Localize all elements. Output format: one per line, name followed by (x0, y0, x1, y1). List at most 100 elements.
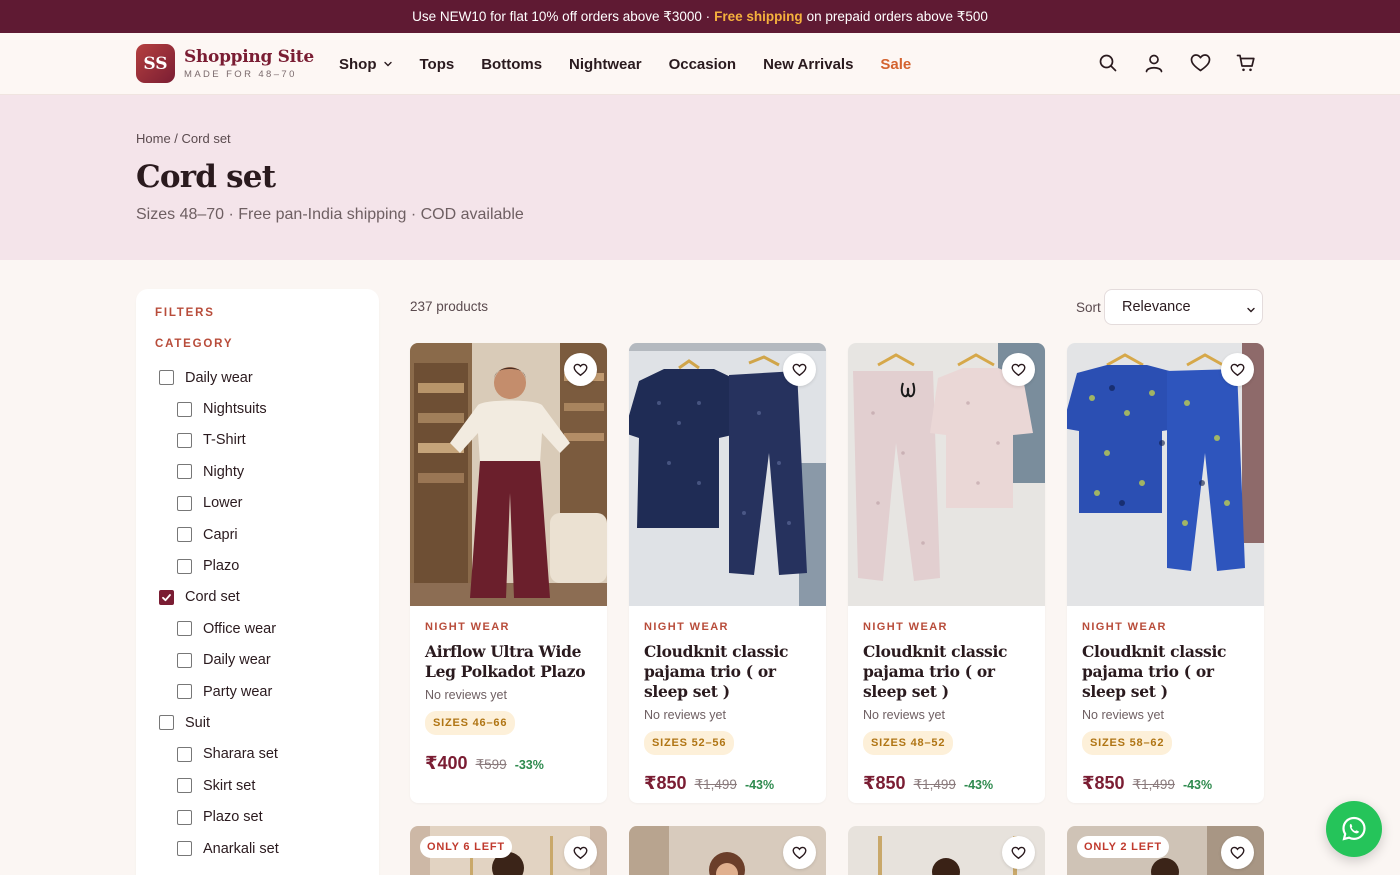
checkbox[interactable] (177, 778, 192, 794)
whatsapp-chat-button[interactable] (1326, 801, 1382, 857)
checkbox[interactable] (177, 432, 192, 448)
price-current: ₹400 (425, 753, 468, 773)
product-card[interactable]: NIGHT WEAR Cloudknit classic pajama trio… (848, 343, 1045, 803)
product-title[interactable]: Cloudknit classic pajama trio ( or sleep… (1082, 642, 1249, 702)
checkbox[interactable] (159, 370, 174, 386)
logo[interactable]: SS Shopping Site MADE FOR 48–70 (136, 44, 314, 83)
main-nav: Shop Tops Bottoms Nightwear Occasion New… (339, 33, 938, 95)
wishlist-button[interactable] (1002, 353, 1035, 386)
heart-icon (1011, 363, 1026, 376)
heart-icon (1230, 846, 1245, 859)
filter-option[interactable]: Suit (159, 707, 369, 738)
sort-label: Sort (1076, 300, 1101, 315)
logo-badge: SS (136, 44, 175, 83)
wishlist-button[interactable] (1221, 836, 1254, 869)
filter-option[interactable]: Cord set (159, 582, 369, 613)
checkbox[interactable] (177, 841, 192, 857)
wishlist-button[interactable] (783, 353, 816, 386)
product-title[interactable]: Cloudknit classic pajama trio ( or sleep… (863, 642, 1030, 702)
product-image[interactable] (410, 343, 607, 606)
filter-option-label: Suit (185, 714, 210, 731)
filter-option[interactable]: Plazo set (159, 801, 369, 832)
price-original: ₹1,499 (1132, 777, 1175, 792)
checkbox[interactable] (177, 558, 192, 574)
checkbox[interactable] (177, 652, 192, 668)
wishlist-button[interactable] (1002, 836, 1035, 869)
breadcrumb-home[interactable]: Home (136, 131, 171, 146)
wishlist-button[interactable] (1221, 353, 1254, 386)
product-reviews: No reviews yet (863, 708, 945, 722)
nav-occasion[interactable]: Occasion (669, 56, 737, 73)
page-title: Cord set (136, 159, 276, 195)
filter-option-label: Party wear (203, 683, 273, 700)
product-image[interactable] (629, 343, 826, 606)
breadcrumb: Home / Cord set (136, 131, 231, 146)
filter-option[interactable]: Nightsuits (159, 393, 369, 424)
product-card[interactable] (848, 826, 1045, 875)
filter-option[interactable]: Nighty (159, 456, 369, 487)
filter-option[interactable]: Daily wear (159, 645, 369, 676)
heart-icon (573, 363, 588, 376)
product-card[interactable] (629, 826, 826, 875)
nav-bottoms[interactable]: Bottoms (481, 56, 542, 73)
product-card[interactable]: ONLY 6 LEFT (410, 826, 607, 875)
filter-option[interactable]: Office wear (159, 613, 369, 644)
product-image[interactable] (848, 343, 1045, 606)
filter-option[interactable]: T-Shirt (159, 425, 369, 456)
filter-option[interactable]: Sharara set (159, 739, 369, 770)
filter-option-label: Nightsuits (203, 401, 267, 418)
wishlist-button[interactable] (564, 353, 597, 386)
filter-option[interactable]: Party wear (159, 676, 369, 707)
product-title[interactable]: Cloudknit classic pajama trio ( or sleep… (644, 642, 811, 702)
filter-option[interactable]: Daily wear (159, 362, 369, 393)
discount-percent: -43% (963, 778, 994, 792)
nav-sale[interactable]: Sale (880, 56, 911, 73)
product-count: 237 products (410, 299, 489, 314)
checkbox[interactable] (177, 401, 192, 417)
check-icon (162, 594, 171, 602)
product-image[interactable] (1067, 343, 1264, 606)
wishlist-icon[interactable] (1189, 52, 1211, 74)
checkbox[interactable] (159, 715, 174, 731)
size-badge: SIZES 58–62 (1082, 731, 1173, 755)
checkbox[interactable] (177, 684, 192, 700)
filter-option-label: Nighty (203, 463, 245, 480)
wishlist-button[interactable] (564, 836, 597, 869)
product-title[interactable]: Airflow Ultra Wide Leg Polkadot Plazo (425, 642, 592, 682)
search-icon[interactable] (1097, 52, 1119, 74)
filter-option-label: T-Shirt (203, 432, 246, 449)
nav-tops[interactable]: Tops (420, 56, 455, 73)
sort-select[interactable]: Relevance (1104, 289, 1263, 325)
checkbox[interactable] (177, 621, 192, 637)
nav-shop-label: Shop (339, 55, 377, 73)
whatsapp-icon (1342, 816, 1366, 841)
checkbox[interactable] (177, 809, 192, 825)
product-card[interactable]: ONLY 2 LEFT (1067, 826, 1264, 875)
cart-icon[interactable] (1235, 52, 1257, 74)
wishlist-button[interactable] (783, 836, 816, 869)
product-card[interactable]: NIGHT WEAR Cloudknit classic pajama trio… (629, 343, 826, 803)
filter-option-label: Plazo set (203, 809, 263, 826)
nav-nightwear[interactable]: Nightwear (569, 56, 642, 73)
checkbox[interactable] (177, 495, 192, 511)
filter-option[interactable]: Plazo (159, 550, 369, 581)
filter-option[interactable]: Skirt set (159, 770, 369, 801)
checkbox[interactable] (177, 746, 192, 762)
nav-shop[interactable]: Shop (339, 56, 393, 73)
product-card[interactable]: NIGHT WEAR Cloudknit classic pajama trio… (1067, 343, 1264, 803)
filter-option[interactable]: Anarkali set (159, 833, 369, 864)
filter-option[interactable]: Capri (159, 519, 369, 550)
brand-tagline: MADE FOR 48–70 (184, 69, 297, 80)
checkbox-checked[interactable] (159, 589, 174, 605)
price-current: ₹850 (644, 773, 687, 793)
nav-new-arrivals[interactable]: New Arrivals (763, 56, 853, 73)
account-icon[interactable] (1143, 52, 1165, 74)
price-original: ₹599 (475, 757, 507, 772)
filter-option-label: Capri (203, 526, 238, 543)
product-category: NIGHT WEAR (863, 621, 948, 633)
filter-option-label: Lower (203, 495, 243, 512)
checkbox[interactable] (177, 464, 192, 480)
product-card[interactable]: NIGHT WEAR Airflow Ultra Wide Leg Polkad… (410, 343, 607, 803)
filter-option[interactable]: Lower (159, 488, 369, 519)
checkbox[interactable] (177, 527, 192, 543)
